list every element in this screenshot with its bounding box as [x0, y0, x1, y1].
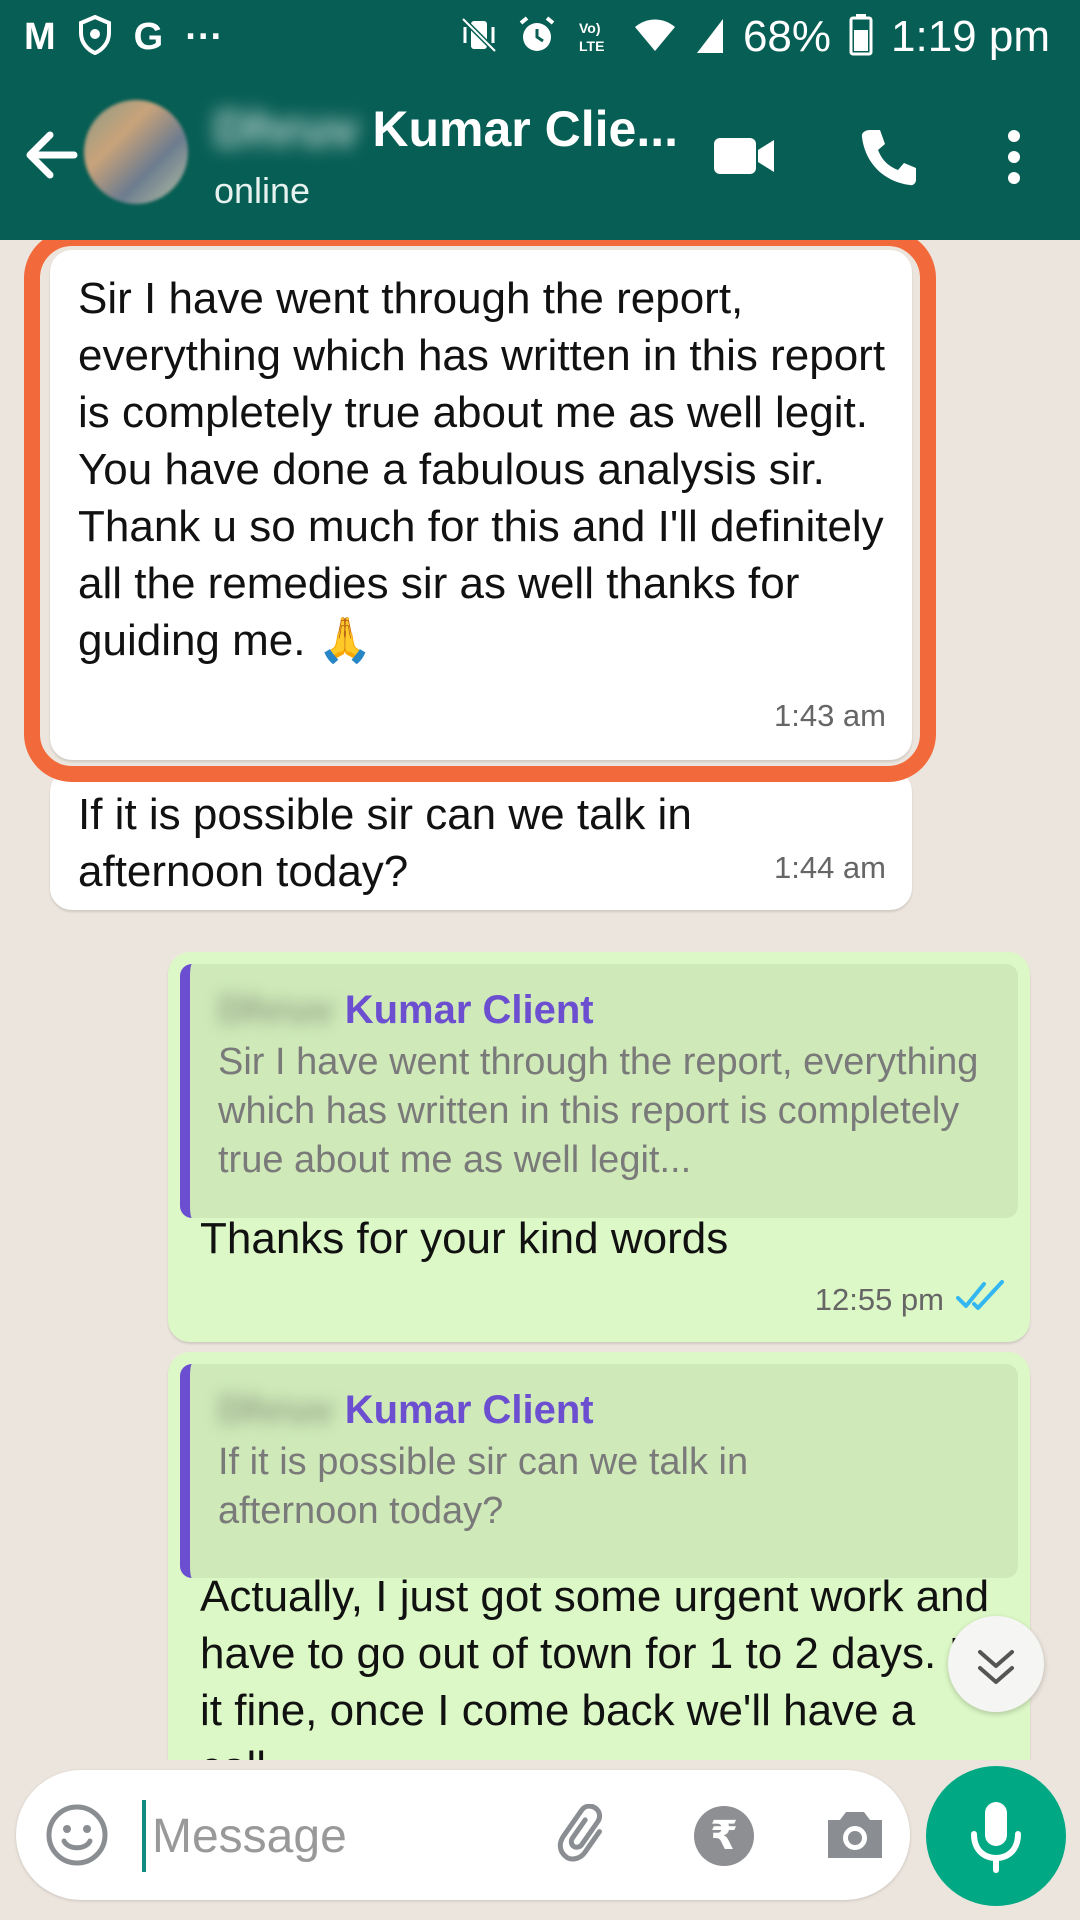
vibrate-icon — [459, 15, 499, 60]
chat-header: Dhruv Kumar Clie... online — [0, 78, 1080, 240]
chevron-double-down-icon — [978, 1650, 1014, 1684]
emoji-button[interactable] — [44, 1802, 110, 1868]
camera-button[interactable] — [824, 1806, 886, 1862]
mic-icon — [971, 1802, 1021, 1873]
battery-icon — [849, 13, 873, 61]
quote-text: If it is possible sir can we talk in aft… — [218, 1441, 749, 1532]
attach-button[interactable] — [554, 1803, 618, 1868]
avatar[interactable] — [84, 100, 188, 204]
message-composer: ₹ — [16, 1770, 910, 1900]
alarm-icon — [517, 15, 557, 60]
message-text: Thanks for your kind words — [200, 1214, 729, 1263]
quote-author-name: Kumar Client — [344, 988, 594, 1032]
attach-icon — [557, 1803, 603, 1862]
chat-area[interactable]: Sir I have went through the report, ever… — [0, 240, 1080, 1760]
message-text: Sir I have went through the report, ever… — [78, 274, 886, 665]
quoted-message[interactable]: Dhruv Kumar Client If it is possible sir… — [180, 1364, 1018, 1578]
more-notifications-icon: ··· — [185, 16, 224, 58]
message-time: 12:55 pm — [814, 1282, 944, 1317]
svg-text:LTE: LTE — [579, 38, 604, 54]
contact-status: online — [214, 170, 311, 211]
quote-author: Dhruv Kumar Client — [218, 986, 992, 1034]
video-call-icon — [714, 138, 774, 174]
back-arrow-icon — [26, 131, 78, 179]
quote-text: Sir I have went through the report, ever… — [218, 1041, 979, 1181]
message-time: 1:44 am — [773, 850, 886, 885]
quote-author-name: Kumar Client — [344, 1388, 594, 1432]
battery-percent: 68% — [742, 12, 832, 61]
incoming-message[interactable]: Sir I have went through the report, ever… — [50, 250, 912, 760]
shield-icon — [78, 14, 112, 60]
scroll-to-bottom-button[interactable] — [948, 1616, 1044, 1712]
m-logo-icon: M — [24, 16, 56, 58]
message-text: Actually, I just got some urgent work an… — [200, 1572, 990, 1760]
outgoing-message[interactable]: Dhruv Kumar Client Sir I have went throu… — [168, 952, 1030, 1342]
volte-icon: Vo) LTE — [575, 15, 615, 60]
svg-text:Vo): Vo) — [579, 20, 601, 36]
signal-icon — [695, 15, 725, 60]
blurred-name-part: Dhruv — [218, 988, 334, 1032]
google-icon: G — [133, 16, 164, 58]
incoming-message[interactable]: If it is possible sir can we talk in aft… — [50, 770, 912, 910]
outgoing-message[interactable]: Dhruv Kumar Client If it is possible sir… — [168, 1352, 1030, 1760]
quote-author: Dhruv Kumar Client — [218, 1386, 992, 1434]
status-bar: M G ··· Vo) LTE 68% 1:19 pm — [0, 0, 1080, 78]
blurred-name-part: Dhruv — [218, 1388, 334, 1432]
message-text: If it is possible sir can we talk in aft… — [78, 790, 692, 896]
back-button[interactable] — [22, 120, 82, 190]
quoted-message[interactable]: Dhruv Kumar Client Sir I have went throu… — [180, 964, 1018, 1218]
camera-icon — [828, 1812, 882, 1858]
voice-call-button[interactable] — [858, 126, 920, 188]
payment-button[interactable]: ₹ — [694, 1806, 754, 1866]
video-call-button[interactable] — [712, 128, 776, 184]
message-input[interactable] — [142, 1800, 534, 1872]
emoji-icon — [46, 1804, 108, 1866]
rupee-payment-icon: ₹ — [710, 1814, 738, 1858]
phone-icon — [861, 130, 916, 186]
wifi-icon — [633, 15, 677, 60]
blurred-name-part: Dhruv — [214, 101, 359, 157]
message-time: 1:43 am — [773, 698, 886, 733]
more-options-button[interactable] — [994, 126, 1034, 188]
double-tick-icon — [956, 1269, 1006, 1326]
clock: 1:19 pm — [891, 12, 1050, 61]
more-vert-icon — [1008, 130, 1020, 184]
voice-record-button[interactable] — [926, 1766, 1066, 1906]
contact-name[interactable]: Dhruv Kumar Clie... — [214, 100, 678, 158]
contact-name-text: Kumar Clie... — [372, 101, 679, 157]
